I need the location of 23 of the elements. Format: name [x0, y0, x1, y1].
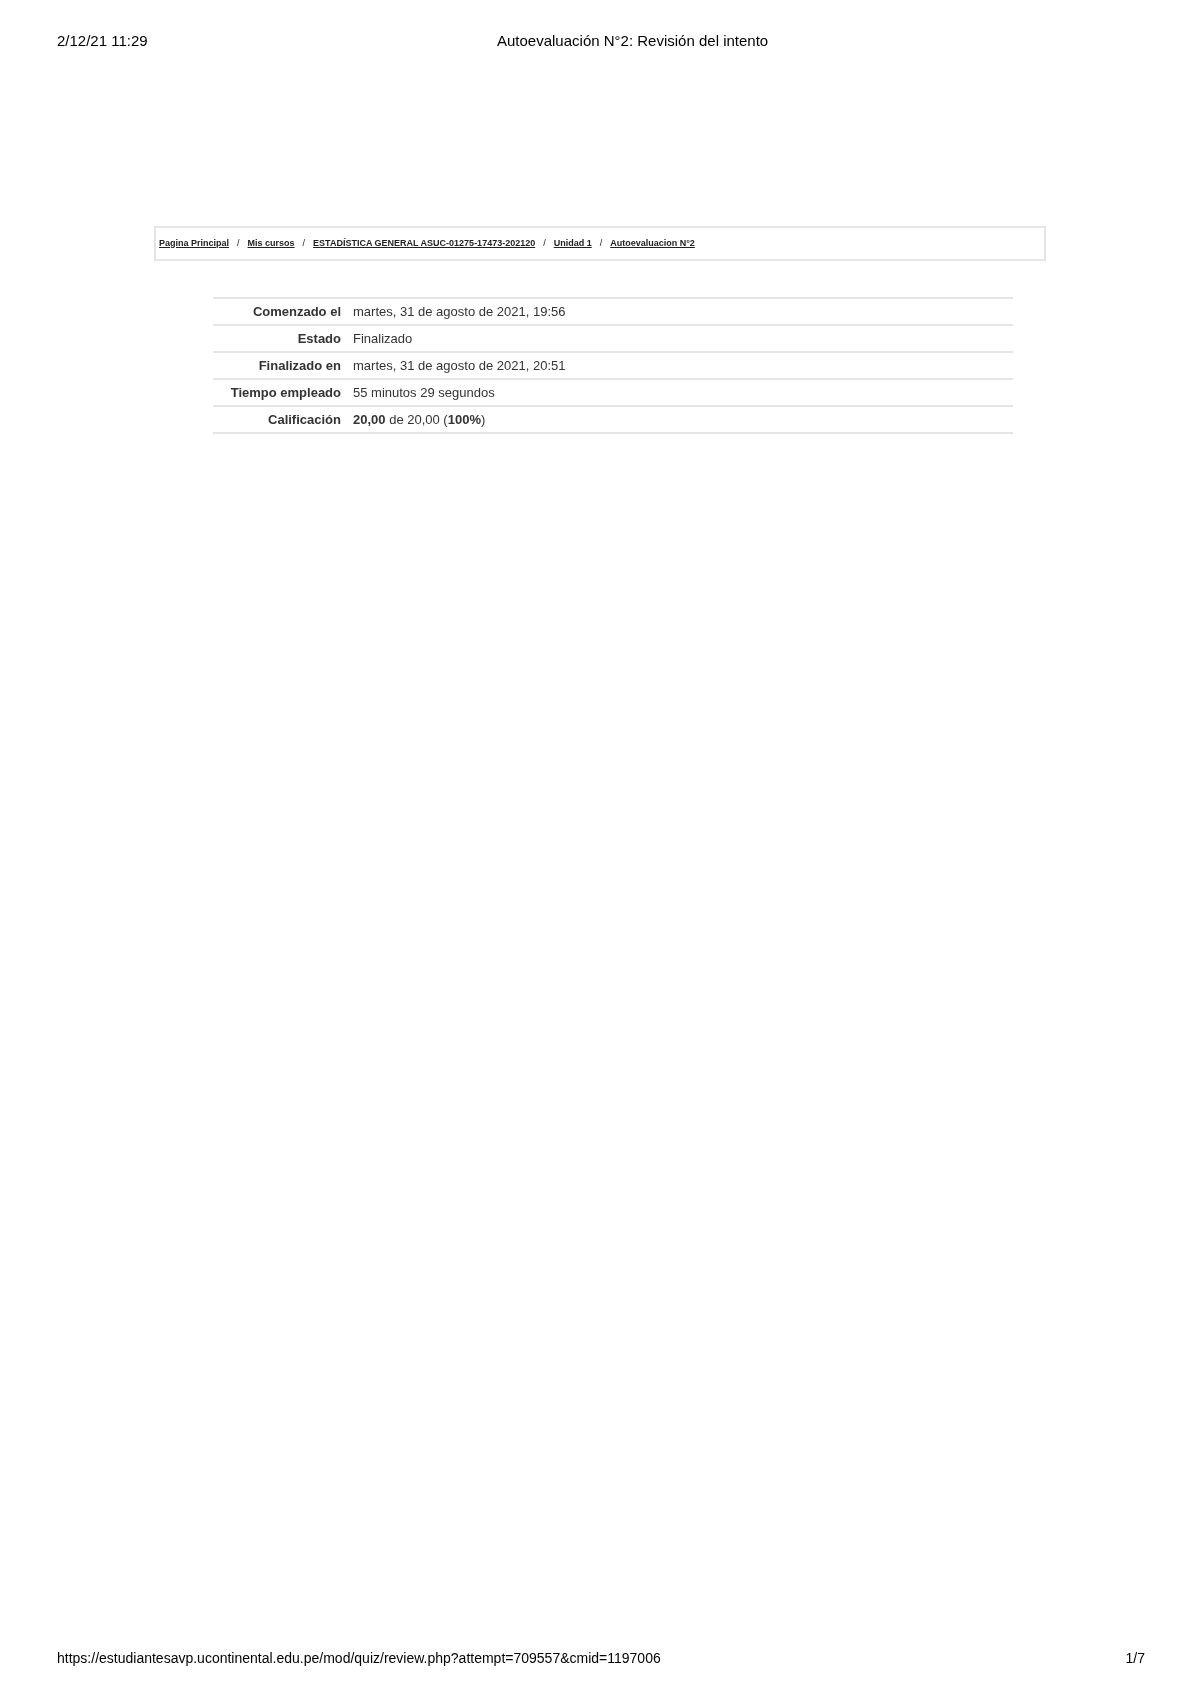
- summary-label: Finalizado en: [257, 357, 342, 375]
- summary-label: Estado: [296, 330, 342, 348]
- page-url: https://estudiantesavp.ucontinental.edu.pe/mod/quiz/review.php?attempt=709557&cmid=1197006: [57, 1649, 661, 1668]
- summary-value: Finalizado: [353, 330, 413, 348]
- print-date: 2/12/21 11:29: [57, 31, 149, 51]
- summary-value: 55 minutos 29 segundos: [353, 384, 495, 402]
- page-title: Autoevaluación N°2: Revisión del intento: [497, 31, 769, 51]
- summary-label: Calificación: [267, 411, 342, 429]
- summary-value: martes, 31 de agosto de 2021, 20:51: [353, 357, 566, 375]
- breadcrumb-link[interactable]: Unidad 1: [553, 236, 592, 250]
- breadcrumb-separator: /: [543, 236, 546, 250]
- breadcrumb-separator: /: [302, 236, 306, 250]
- breadcrumb-link[interactable]: Autoevaluacion N°2: [610, 236, 695, 250]
- breadcrumb-link[interactable]: Pagina Principal: [159, 236, 230, 250]
- summary-value: 20,00 de 20,00 (100%): [353, 411, 486, 429]
- breadcrumb-link[interactable]: Mis cursos: [247, 236, 295, 250]
- summary-label: Comenzado el: [251, 303, 342, 321]
- page-number: 1/7: [1125, 1649, 1145, 1668]
- summary-value: martes, 31 de agosto de 2021, 19:56: [353, 303, 566, 321]
- breadcrumb-separator: /: [237, 236, 240, 250]
- breadcrumb-link[interactable]: ESTADÍSTICA GENERAL ASUC-01275-17473-202120: [313, 236, 536, 250]
- breadcrumb-separator: /: [599, 236, 603, 250]
- summary-label: Tiempo empleado: [229, 384, 342, 402]
